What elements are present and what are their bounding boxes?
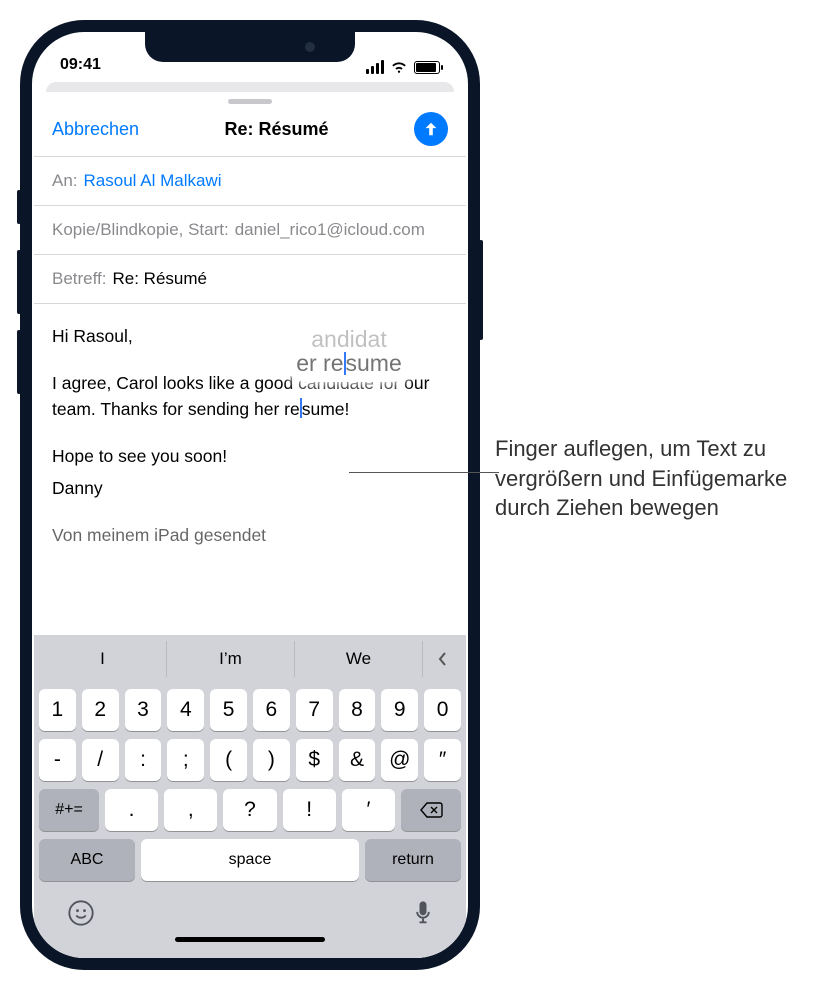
mute-switch	[17, 190, 21, 224]
phone-frame: 09:41 Abbrechen Re: Résumé	[20, 20, 480, 970]
dictation-icon[interactable]	[413, 899, 433, 927]
cancel-button[interactable]: Abbrechen	[52, 119, 139, 140]
front-camera	[305, 42, 315, 52]
key[interactable]: ,	[164, 789, 217, 831]
key[interactable]: ?	[223, 789, 276, 831]
body-signature: Von meinem iPad gesendet	[52, 523, 448, 548]
volume-up	[17, 250, 21, 314]
key[interactable]: 1	[39, 689, 76, 731]
key[interactable]: .	[105, 789, 158, 831]
screen: 09:41 Abbrechen Re: Résumé	[32, 32, 468, 958]
from-value: daniel_rico1@icloud.com	[235, 220, 425, 240]
notch	[145, 32, 355, 62]
return-key[interactable]: return	[365, 839, 461, 881]
callout-text: Finger auflegen, um Text zu vergrößern u…	[495, 434, 805, 523]
cc-bcc-from-field[interactable]: Kopie/Blindkopie, Start: daniel_rico1@ic…	[34, 206, 466, 255]
body-line: Hi Rasoul,	[52, 324, 448, 349]
volume-down	[17, 330, 21, 394]
suggestion-bar: I I’m We	[39, 641, 461, 681]
subject-field[interactable]: Betreff: Re: Résumé	[34, 255, 466, 304]
key[interactable]: &	[339, 739, 376, 781]
keyboard-toolbar	[39, 881, 461, 927]
compose-sheet: Abbrechen Re: Résumé An: Rasoul Al Malka…	[34, 92, 466, 958]
suggestion-collapse[interactable]	[423, 641, 461, 677]
backspace-icon	[419, 801, 443, 819]
chevron-left-icon	[436, 651, 448, 667]
key[interactable]: 7	[296, 689, 333, 731]
header-fields: An: Rasoul Al Malkawi Kopie/Blindkopie, …	[34, 156, 466, 304]
key-row: - / : ; ( ) $ & @ ″	[39, 739, 461, 781]
key[interactable]: -	[39, 739, 76, 781]
emoji-icon[interactable]	[67, 899, 95, 927]
home-indicator[interactable]	[175, 937, 325, 942]
key[interactable]: ′	[342, 789, 395, 831]
body-line: Hope to see you soon!	[52, 444, 448, 469]
sheet-grabber[interactable]	[228, 99, 272, 104]
backspace-key[interactable]	[401, 789, 461, 831]
to-field[interactable]: An: Rasoul Al Malkawi	[34, 157, 466, 206]
key[interactable]: /	[82, 739, 119, 781]
key[interactable]: 4	[167, 689, 204, 731]
battery-icon	[414, 61, 440, 74]
compose-title: Re: Résumé	[225, 119, 329, 140]
suggestion[interactable]: I	[39, 641, 167, 677]
key[interactable]: 9	[381, 689, 418, 731]
abc-key[interactable]: ABC	[39, 839, 135, 881]
body-line: Danny	[52, 476, 448, 501]
key[interactable]: @	[381, 739, 418, 781]
key[interactable]: ;	[167, 739, 204, 781]
key[interactable]: :	[125, 739, 162, 781]
callout-leader-line	[349, 472, 499, 473]
cellular-icon	[366, 60, 384, 74]
key[interactable]: $	[296, 739, 333, 781]
message-body[interactable]: andidat er resume Hi Rasoul, I agree, Ca…	[34, 304, 466, 635]
space-key[interactable]: space	[141, 839, 359, 881]
send-button[interactable]	[414, 112, 448, 146]
suggestion[interactable]: We	[295, 641, 423, 677]
key[interactable]: 5	[210, 689, 247, 731]
key-row: ABC space return	[39, 839, 461, 881]
to-recipient[interactable]: Rasoul Al Malkawi	[84, 171, 222, 191]
subject-value: Re: Résumé	[113, 269, 207, 289]
key[interactable]: 0	[424, 689, 461, 731]
nav-bar: Abbrechen Re: Résumé	[34, 108, 466, 156]
key[interactable]: 6	[253, 689, 290, 731]
to-label: An:	[52, 171, 78, 191]
key[interactable]: 2	[82, 689, 119, 731]
status-time: 09:41	[60, 56, 101, 74]
key[interactable]: ″	[424, 739, 461, 781]
body-line: I agree, Carol looks like a good candida…	[52, 371, 448, 422]
side-button	[479, 240, 483, 340]
key[interactable]: )	[253, 739, 290, 781]
key-row: 1 2 3 4 5 6 7 8 9 0	[39, 689, 461, 731]
key[interactable]: !	[283, 789, 336, 831]
background-card	[46, 82, 454, 92]
key[interactable]: 3	[125, 689, 162, 731]
key[interactable]: 8	[339, 689, 376, 731]
wifi-icon	[390, 60, 408, 74]
key-row: #+= . , ? ! ′	[39, 789, 461, 831]
cc-label: Kopie/Blindkopie, Start:	[52, 220, 229, 240]
arrow-up-icon	[422, 120, 440, 138]
subject-label: Betreff:	[52, 269, 107, 289]
symbols-key[interactable]: #+=	[39, 789, 99, 831]
key[interactable]: (	[210, 739, 247, 781]
keyboard: I I’m We 1 2 3 4 5 6 7	[34, 635, 466, 958]
suggestion[interactable]: I’m	[167, 641, 295, 677]
